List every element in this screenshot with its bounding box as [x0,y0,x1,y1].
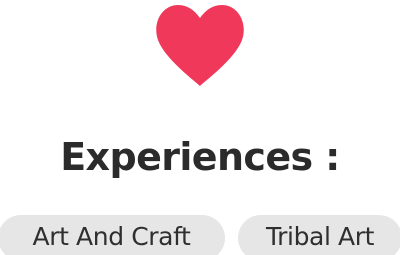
experiences-heading: Experiences : [60,135,340,179]
experiences-screen: Experiences : Art And Craft Tribal Art [0,0,400,255]
heart-icon[interactable] [155,2,245,88]
experience-chip-art-and-craft[interactable]: Art And Craft [0,215,225,255]
experience-chip-tribal-art[interactable]: Tribal Art [238,215,400,255]
